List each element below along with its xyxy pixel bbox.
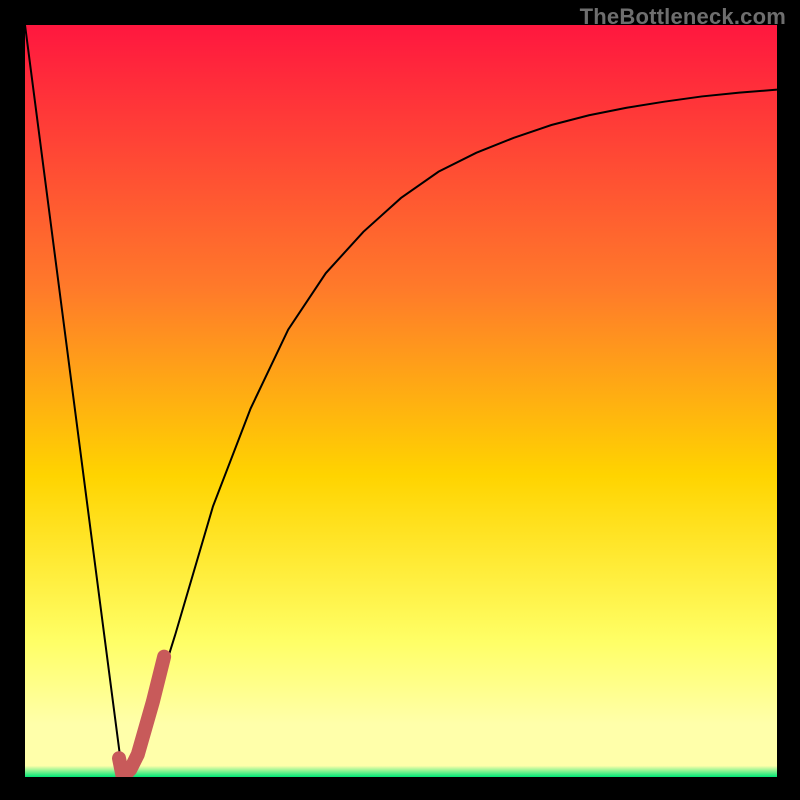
gradient-background (25, 25, 777, 777)
plot-area (25, 25, 777, 777)
chart-svg (25, 25, 777, 777)
chart-frame: TheBottleneck.com (0, 0, 800, 800)
